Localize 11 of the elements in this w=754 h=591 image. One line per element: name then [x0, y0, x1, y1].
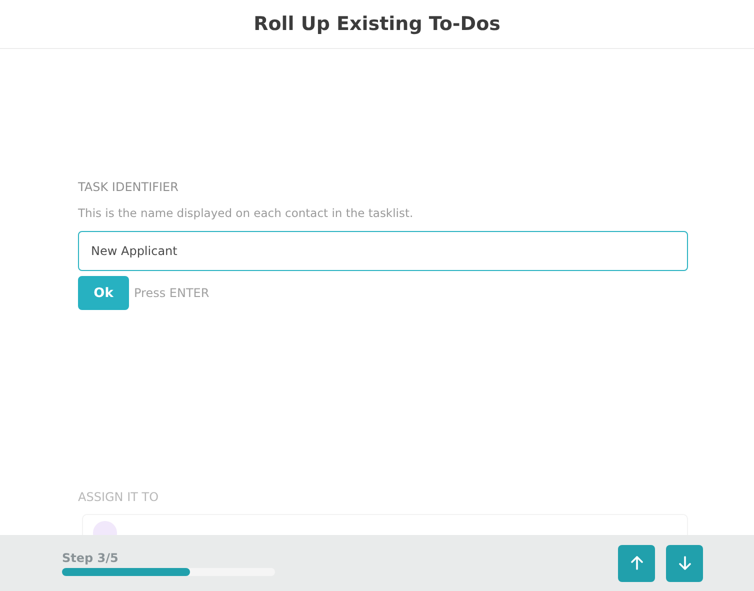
question-description: This is the name displayed on each contact in the tasklist. — [78, 206, 414, 220]
arrow-down-icon — [678, 556, 690, 570]
arrow-up-icon — [630, 556, 642, 570]
next-button[interactable] — [666, 544, 703, 582]
page-title: Roll Up Existing To-Dos — [254, 13, 500, 35]
previous-button[interactable] — [618, 544, 655, 582]
enter-hint: Press ENTER — [134, 286, 210, 300]
question-label: TASK IDENTIFIER — [78, 180, 180, 194]
input-field[interactable]: New Applicant — [78, 231, 688, 271]
step-counter: Step 3/5 — [62, 550, 120, 564]
question-label: ASSIGN IT TO — [78, 490, 160, 504]
